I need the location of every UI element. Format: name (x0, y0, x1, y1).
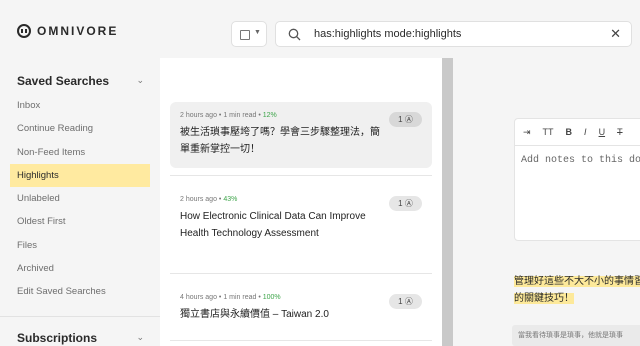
highlight-count-badge[interactable]: 1 Ⓐ (389, 112, 422, 127)
list-divider (170, 175, 432, 176)
sidebar-item-oldest-first[interactable]: Oldest First (10, 210, 150, 233)
subscriptions-header[interactable]: Subscriptions (17, 331, 97, 345)
highlighter-icon: Ⓐ (404, 115, 413, 124)
strikethrough-icon[interactable]: T (617, 127, 623, 137)
item-meta: 4 hours ago • 1 min read • 100% (180, 294, 281, 301)
highlight-text[interactable]: 管理好這些不大不小的事情習的關鍵技巧！ (514, 273, 640, 307)
sidebar-divider (0, 316, 160, 317)
bulk-select-dropdown[interactable]: ▼ (231, 21, 267, 47)
search-input[interactable]: has:highlights mode:highlights (314, 28, 461, 40)
sidebar-item-highlights[interactable]: Highlights (10, 163, 150, 188)
list-item[interactable]: 4 hours ago • 1 min read • 100% 獨立書店與永續價… (170, 284, 432, 334)
notes-input[interactable]: Add notes to this do (521, 155, 640, 166)
highlighter-icon: Ⓐ (404, 297, 413, 306)
sidebar-item-inbox[interactable]: Inbox (10, 94, 150, 117)
sidebar-item-continue-reading[interactable]: Continue Reading (10, 117, 150, 140)
underline-icon[interactable]: U (599, 127, 606, 137)
notes-panel: ⇥ TT B I U T Add notes to this do 管理好這些不… (453, 58, 640, 346)
list-divider (170, 340, 432, 341)
omnivore-logo-icon (17, 24, 31, 38)
chevron-down-icon[interactable]: ⌄ (136, 332, 144, 343)
quoted-text: 當我看待瑣事是瑣事，他就是瑣事 (512, 325, 640, 346)
highlight-count-badge[interactable]: 1 Ⓐ (389, 294, 422, 309)
list-scrollbar[interactable] (442, 58, 453, 346)
heading-icon[interactable]: ⇥ (523, 127, 531, 138)
list-item[interactable]: 2 hours ago • 1 min read • 12% 被生活瑣事壓垮了嗎… (170, 102, 432, 168)
editor-toolbar: ⇥ TT B I U T (515, 119, 640, 146)
item-title[interactable]: 獨立書店與永續價值 – Taiwan 2.0 (180, 307, 380, 324)
close-icon[interactable]: ✕ (610, 26, 621, 42)
omnivore-logo[interactable]: OMNIVORE (17, 24, 118, 38)
saved-searches-list: Inbox Continue Reading Non-Feed Items Hi… (10, 94, 150, 304)
sidebar-item-non-feed-items[interactable]: Non-Feed Items (10, 141, 150, 164)
bold-icon[interactable]: B (566, 127, 573, 137)
search-icon (288, 28, 301, 46)
library-list: 2 hours ago • 1 min read • 12% 被生活瑣事壓垮了嗎… (160, 58, 442, 346)
sidebar-item-unlabeled[interactable]: Unlabeled (10, 187, 150, 210)
item-meta: 2 hours ago • 43% (180, 196, 238, 203)
italic-icon[interactable]: I (584, 127, 587, 137)
item-title[interactable]: How Electronic Clinical Data Can Improve… (180, 209, 380, 242)
item-meta: 2 hours ago • 1 min read • 12% (180, 112, 277, 119)
checkbox-icon[interactable] (240, 30, 250, 40)
saved-searches-header[interactable]: Saved Searches (17, 74, 109, 88)
sidebar-item-files[interactable]: Files (10, 234, 150, 257)
app-name: OMNIVORE (37, 24, 119, 38)
chevron-down-icon[interactable]: ⌄ (136, 75, 144, 86)
list-divider (170, 273, 432, 274)
search-bar[interactable]: has:highlights mode:highlights ✕ (275, 21, 632, 47)
highlighter-icon: Ⓐ (404, 199, 413, 208)
text-size-icon[interactable]: TT (543, 127, 554, 137)
notes-editor[interactable]: ⇥ TT B I U T Add notes to this do (514, 118, 640, 241)
sidebar-item-archived[interactable]: Archived (10, 257, 150, 280)
sidebar-item-edit-saved-searches[interactable]: Edit Saved Searches (10, 280, 150, 303)
list-item[interactable]: 2 hours ago • 43% How Electronic Clinica… (170, 186, 432, 266)
highlight-count-badge[interactable]: 1 Ⓐ (389, 196, 422, 211)
sidebar: OMNIVORE Saved Searches ⌄ Inbox Continue… (0, 0, 160, 346)
caret-down-icon[interactable]: ▼ (254, 29, 261, 36)
item-title[interactable]: 被生活瑣事壓垮了嗎？學會三步驟整理法，簡單重新掌控一切！ (180, 125, 380, 158)
